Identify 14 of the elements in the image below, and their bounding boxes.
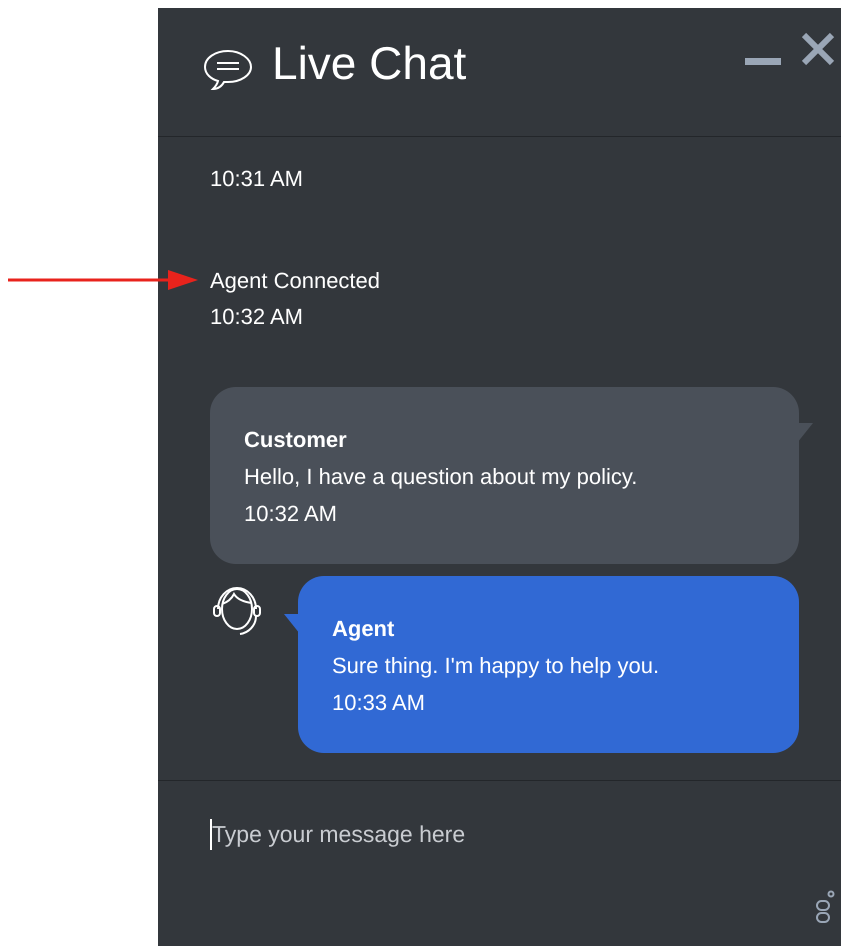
message-input[interactable]: Type your message here (210, 819, 612, 850)
message-time: 10:32 AM (244, 500, 337, 528)
event-time: 10:31 AM (210, 165, 303, 193)
event-time: 10:32 AM (210, 303, 303, 331)
minimize-button[interactable] (745, 58, 781, 66)
message-text: Hello, I have a question about my policy. (244, 463, 638, 491)
message-time: 10:33 AM (332, 689, 425, 717)
sender-name: Agent (332, 615, 394, 643)
message-text: Sure thing. I'm happy to help you. (332, 652, 660, 680)
window-title: Live Chat (272, 36, 468, 90)
close-button[interactable] (801, 32, 835, 66)
sender-name: Customer (244, 426, 347, 454)
event-label: Agent Connected (210, 267, 380, 295)
logo-icon (815, 890, 835, 924)
